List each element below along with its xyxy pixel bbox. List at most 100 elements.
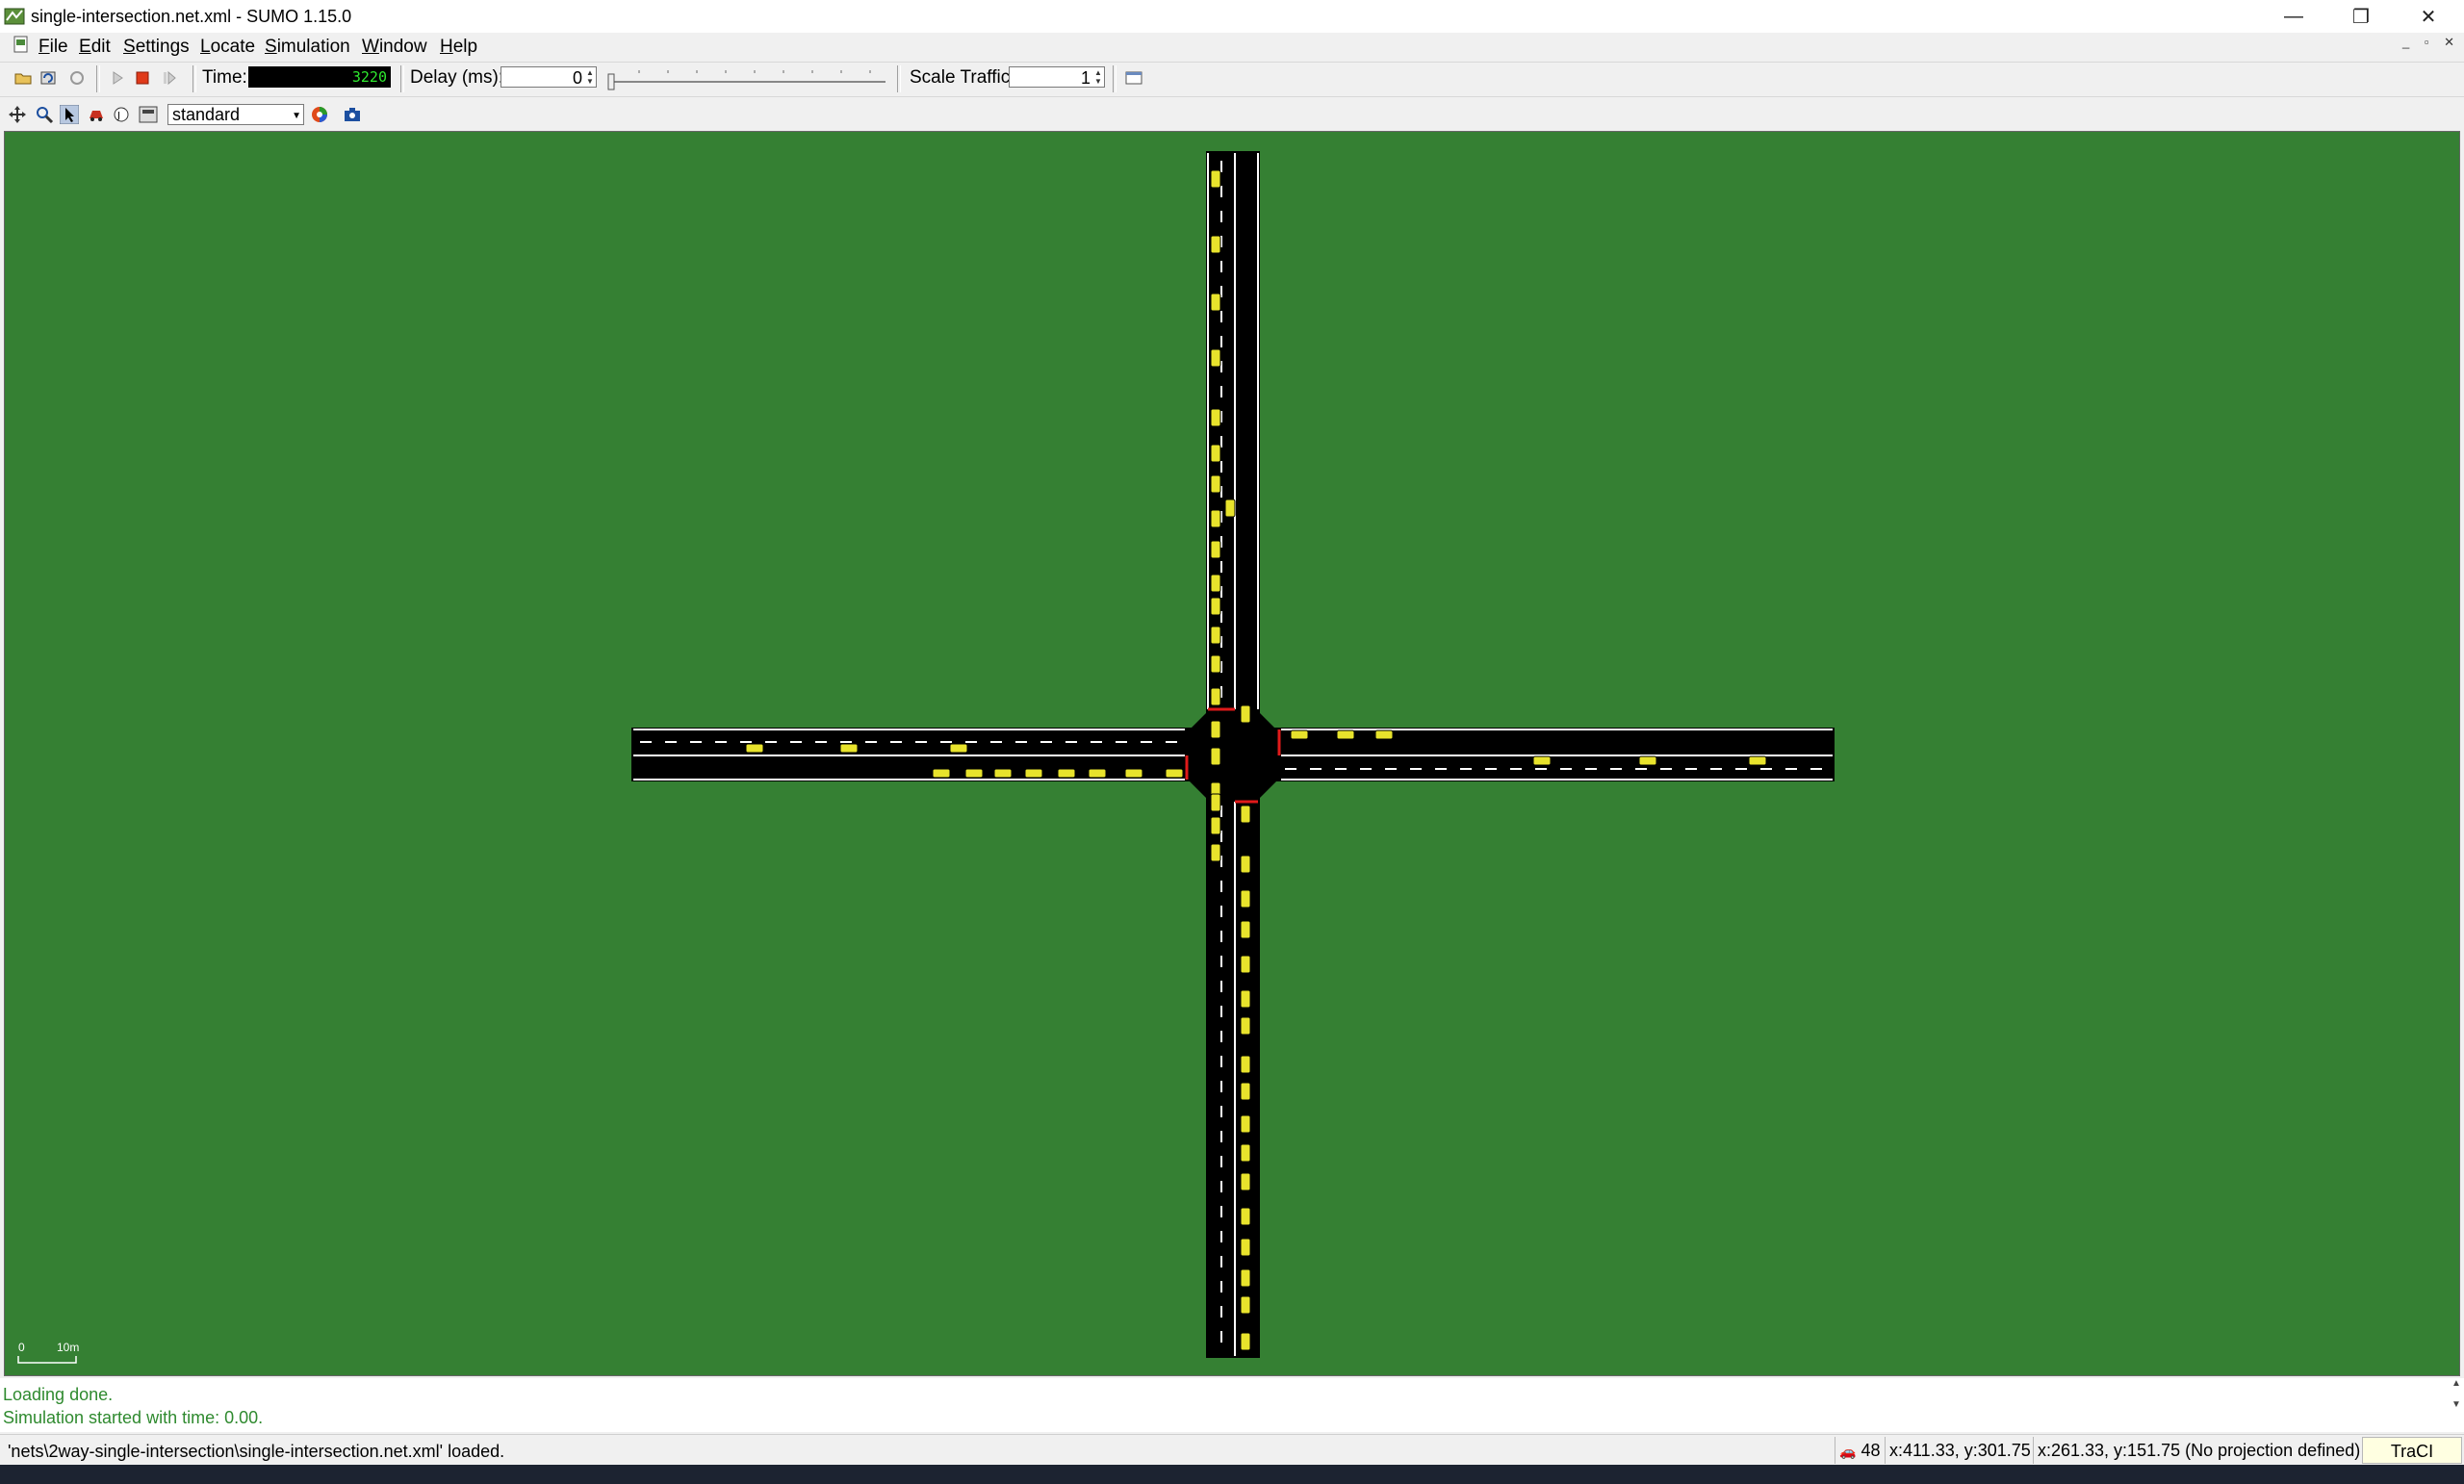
vehicle[interactable] <box>1210 747 1221 766</box>
vehicle[interactable] <box>1224 499 1236 518</box>
sumo-app-icon <box>4 8 25 25</box>
vehicle[interactable] <box>1210 793 1221 812</box>
vehicle[interactable] <box>1240 955 1251 974</box>
vehicle[interactable] <box>964 768 984 779</box>
vehicle[interactable] <box>1210 348 1221 368</box>
vehicle[interactable] <box>1210 509 1221 528</box>
delay-spinner-arrows[interactable]: ▲ ▼ <box>585 68 595 86</box>
step-icon[interactable] <box>160 68 179 88</box>
new-view-icon[interactable] <box>1124 68 1143 88</box>
vehicle[interactable] <box>1210 540 1221 559</box>
vehicle[interactable] <box>1210 843 1221 862</box>
vehicle[interactable] <box>1240 1082 1251 1101</box>
vehicle[interactable] <box>1240 1207 1251 1226</box>
vehicle[interactable] <box>1210 169 1221 189</box>
stop-icon[interactable] <box>133 68 152 88</box>
vehicle[interactable] <box>1240 805 1251 824</box>
view-toolbar: J standard ▼ <box>0 96 2464 132</box>
vehicle[interactable] <box>1336 729 1355 740</box>
minimize-button[interactable]: — <box>2260 0 2327 33</box>
show-tooltips-icon[interactable] <box>139 105 158 124</box>
vehicle[interactable] <box>1210 474 1221 494</box>
vehicle[interactable] <box>1240 920 1251 939</box>
menu-simulation[interactable]: Simulation <box>265 37 350 58</box>
locate-junction-icon[interactable]: J <box>112 105 131 124</box>
vehicle[interactable] <box>1024 768 1043 779</box>
recenter-view-icon[interactable] <box>8 105 27 124</box>
traci-indicator: TraCI <box>2362 1437 2462 1464</box>
vehicle[interactable] <box>1210 597 1221 616</box>
scale-traffic-input[interactable]: 1 ▲ ▼ <box>1009 66 1105 88</box>
zoom-icon[interactable] <box>35 105 54 124</box>
vehicle[interactable] <box>1240 1143 1251 1163</box>
vehicle[interactable] <box>1210 408 1221 427</box>
vehicle[interactable] <box>1240 704 1251 724</box>
menu-locate[interactable]: Locate <box>200 37 255 58</box>
vehicle[interactable] <box>993 768 1013 779</box>
vehicle[interactable] <box>1088 768 1107 779</box>
vehicle[interactable] <box>1210 654 1221 674</box>
close-simulation-icon[interactable] <box>67 68 87 88</box>
document-icon[interactable] <box>13 36 29 53</box>
vehicle[interactable] <box>1210 574 1221 593</box>
mdi-window-controls[interactable]: _ ▫ ✕ <box>2402 35 2460 50</box>
visualization-scheme-select[interactable]: standard ▼ <box>167 104 304 125</box>
toolbar-separator <box>192 65 196 92</box>
vehicle[interactable] <box>1240 1238 1251 1257</box>
vehicle[interactable] <box>1210 235 1221 254</box>
vehicle[interactable] <box>1124 768 1143 779</box>
close-button[interactable]: ✕ <box>2395 0 2462 33</box>
menu-settings[interactable]: Settings <box>123 37 190 58</box>
menu-edit[interactable]: Edit <box>79 37 111 58</box>
vehicle[interactable] <box>949 743 968 754</box>
vehicle[interactable] <box>1374 729 1394 740</box>
vehicle[interactable] <box>1240 1295 1251 1315</box>
vehicle[interactable] <box>1240 1055 1251 1074</box>
toolbar-separator <box>1113 65 1116 92</box>
open-folder-icon[interactable] <box>13 68 33 88</box>
delay-input[interactable]: 0 ▲ ▼ <box>500 66 597 88</box>
toolbar-separator <box>897 65 901 92</box>
vehicle[interactable] <box>1165 768 1184 779</box>
vehicle[interactable] <box>1210 816 1221 835</box>
simulation-view[interactable]: 0 10m <box>4 131 2460 1376</box>
vehicle[interactable] <box>1240 889 1251 908</box>
vehicle[interactable] <box>745 743 764 754</box>
message-line: Loading done. <box>3 1385 114 1404</box>
vehicle[interactable] <box>1210 444 1221 463</box>
vehicle[interactable] <box>1240 1332 1251 1351</box>
scale-traffic-spinner-arrows[interactable]: ▲ ▼ <box>1093 68 1103 86</box>
vehicle[interactable] <box>1240 855 1251 874</box>
vehicle[interactable] <box>1532 755 1552 766</box>
menu-file[interactable]: File <box>38 37 68 58</box>
scale-bar <box>17 1356 77 1364</box>
vehicle[interactable] <box>1210 626 1221 645</box>
vehicle[interactable] <box>1240 1172 1251 1191</box>
message-window: Loading done. Simulation started with ti… <box>0 1378 2464 1432</box>
road-network[interactable] <box>5 132 2460 1376</box>
vehicle[interactable] <box>1638 755 1657 766</box>
message-scrollbar[interactable]: ▲ ▼ <box>2449 1378 2464 1432</box>
vehicle[interactable] <box>932 768 951 779</box>
vehicle[interactable] <box>1240 1268 1251 1288</box>
locate-vehicle-icon[interactable] <box>87 105 106 124</box>
vehicle[interactable] <box>839 743 859 754</box>
edit-coloring-icon[interactable] <box>310 105 329 124</box>
vehicle[interactable] <box>1240 1114 1251 1134</box>
reload-icon[interactable] <box>38 68 58 88</box>
select-cursor-icon[interactable] <box>60 105 79 124</box>
screenshot-camera-icon[interactable] <box>343 105 362 124</box>
vehicle[interactable] <box>1290 729 1309 740</box>
vehicle[interactable] <box>1240 989 1251 1009</box>
maximize-button[interactable]: ❐ <box>2327 0 2395 33</box>
vehicle[interactable] <box>1210 293 1221 312</box>
vehicle[interactable] <box>1210 687 1221 706</box>
vehicle[interactable] <box>1057 768 1076 779</box>
menu-window[interactable]: Window <box>362 37 427 58</box>
menu-help[interactable]: Help <box>440 37 477 58</box>
vehicle[interactable] <box>1748 755 1767 766</box>
vehicle[interactable] <box>1240 1016 1251 1036</box>
vehicle[interactable] <box>1210 720 1221 739</box>
delay-slider[interactable] <box>604 68 889 91</box>
play-icon[interactable] <box>108 68 127 88</box>
